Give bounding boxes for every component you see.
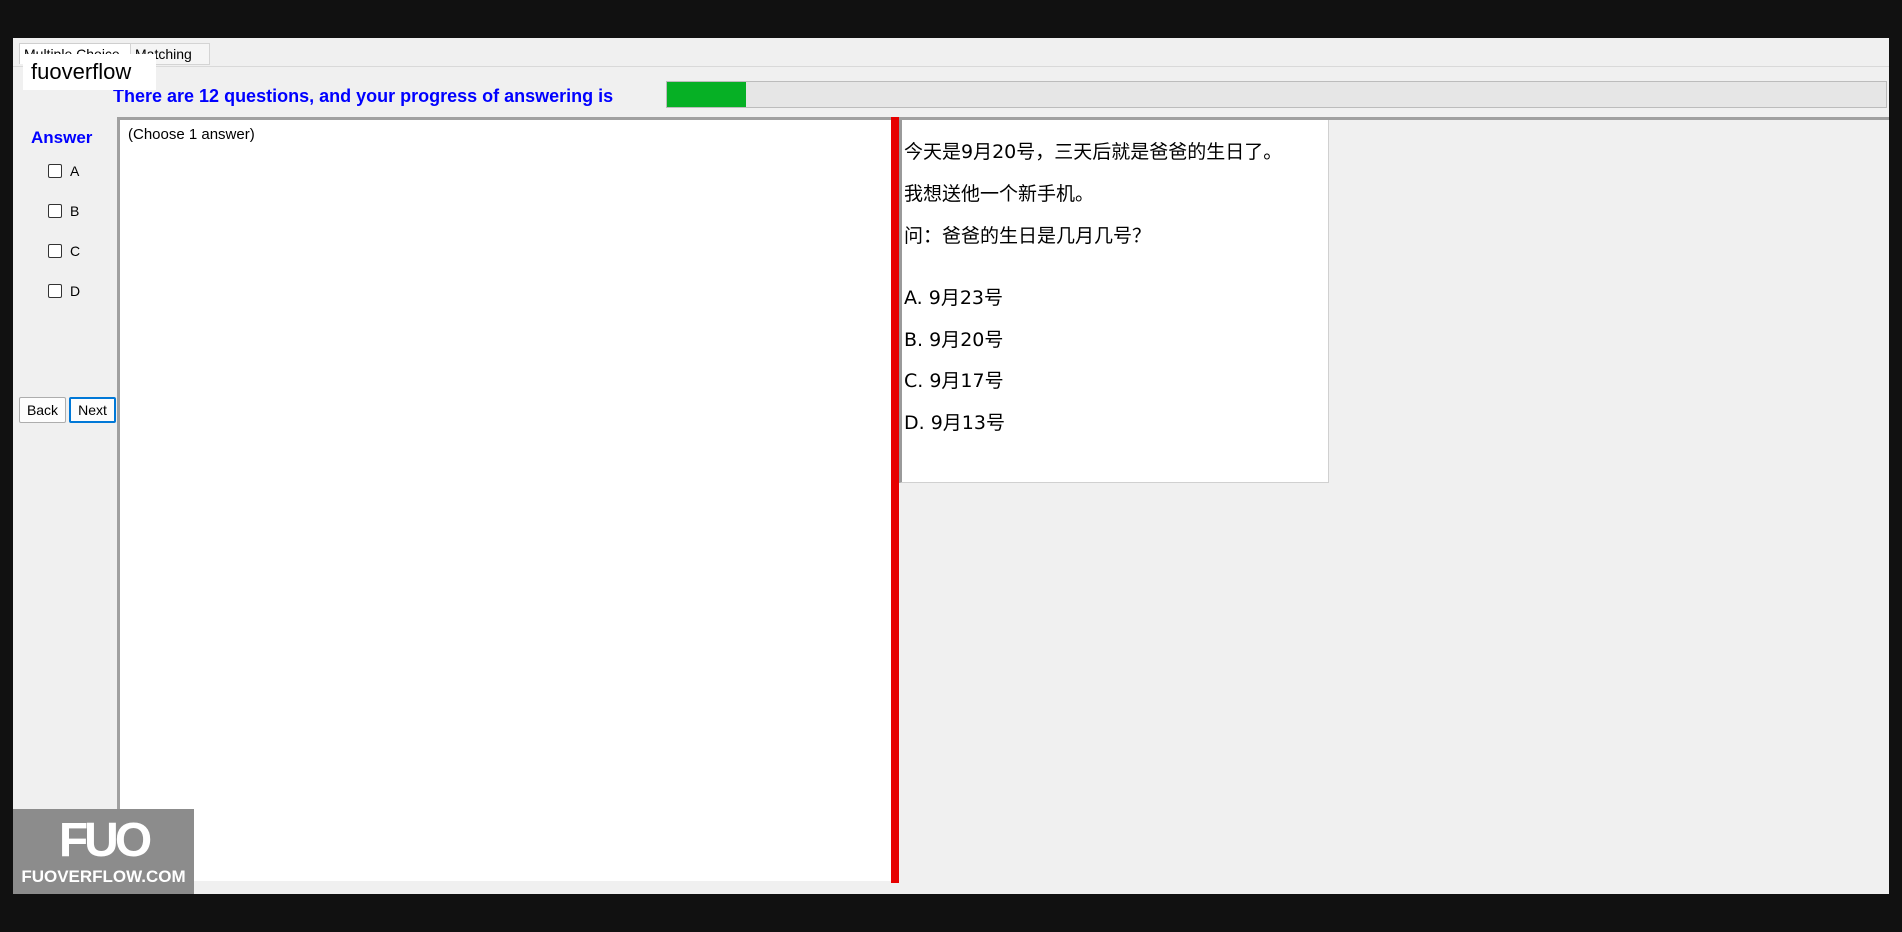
checkbox-b[interactable]	[48, 204, 62, 218]
choice-line: D. 9月13号	[904, 412, 1005, 434]
answer-option-label: B	[70, 203, 80, 219]
next-button[interactable]: Next	[69, 397, 116, 423]
checkbox-d[interactable]	[48, 284, 62, 298]
watermark-logo: FUO FUOVERFLOW.COM	[13, 809, 194, 894]
answer-option-label: C	[70, 243, 81, 259]
answer-area-panel: (Choose 1 answer)	[117, 117, 898, 881]
answer-option-a[interactable]: A	[48, 161, 79, 181]
back-button[interactable]: Back	[19, 397, 66, 423]
answer-option-d[interactable]: D	[48, 281, 80, 301]
question-line: 问：爸爸的生日是几月几号？	[904, 225, 1152, 247]
instruction-text: (Choose 1 answer)	[128, 126, 255, 143]
progress-text: There are 12 questions, and your progres…	[113, 86, 614, 106]
question-panel: 今天是9月20号，三天后就是爸爸的生日了。 我想送他一个新手机。 问：爸爸的生日…	[899, 117, 1889, 883]
watermark-url: FUOVERFLOW.COM	[21, 867, 186, 886]
progress-bar-fill	[667, 82, 747, 107]
choice-line: C. 9月17号	[904, 370, 1004, 392]
choice-line: A. 9月23号	[904, 287, 1004, 309]
quiz-app-window: Multiple Choice Matching fuoverflow Ther…	[13, 38, 1889, 894]
answer-option-label: D	[70, 283, 81, 299]
question-line: 今天是9月20号，三天后就是爸爸的生日了。	[904, 141, 1283, 163]
progress-bar	[666, 81, 1887, 108]
overlay-label: fuoverflow	[23, 54, 156, 90]
tab-strip: Multiple Choice Matching	[13, 38, 1889, 67]
answer-option-label: A	[70, 163, 80, 179]
question-line: 我想送他一个新手机。	[904, 183, 1095, 205]
question-card: 今天是9月20号，三天后就是爸爸的生日了。 我想送他一个新手机。 问：爸爸的生日…	[899, 120, 1329, 483]
checkbox-a[interactable]	[48, 164, 62, 178]
answer-option-c[interactable]: C	[48, 241, 80, 261]
checkbox-c[interactable]	[48, 244, 62, 258]
answer-heading: Answer	[31, 128, 93, 147]
choice-line: B. 9月20号	[904, 329, 1004, 351]
fuo-logo-icon: FUO	[58, 814, 152, 867]
panel-splitter[interactable]	[891, 117, 899, 883]
answer-option-b[interactable]: B	[48, 201, 79, 221]
